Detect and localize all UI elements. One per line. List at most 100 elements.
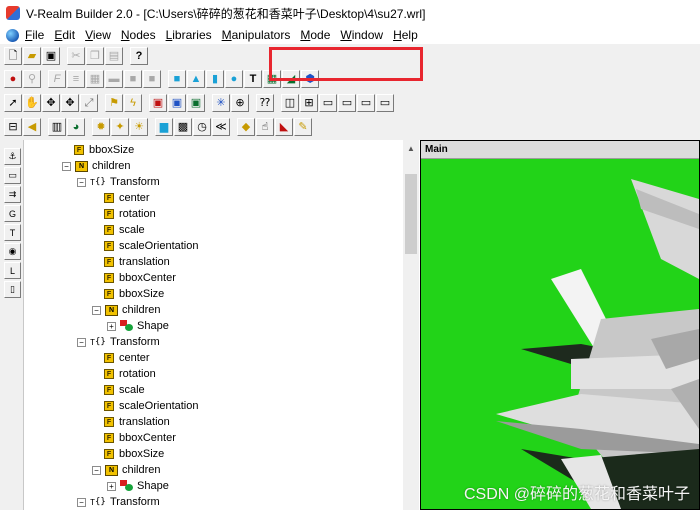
box-shape-icon[interactable]: ■ [168, 70, 186, 88]
anchor-node-icon[interactable]: ⊟ [4, 118, 22, 136]
tree-node-transform[interactable]: − T{} Transform [77, 334, 160, 350]
save-icon[interactable]: ▣ [42, 47, 60, 65]
move-cross-icon[interactable]: ✥ [42, 94, 60, 112]
tree-node-field[interactable]: Ftranslation [104, 414, 170, 430]
expand-icon[interactable]: + [107, 321, 116, 331]
block-disabled-icon[interactable]: ■ [124, 70, 142, 88]
script-icon[interactable]: ✎ [294, 118, 312, 136]
cone-shape-icon[interactable]: ▲ [187, 70, 205, 88]
layout-right-icon[interactable]: ▭ [357, 94, 375, 112]
tree-node-shape[interactable]: + Shape [107, 318, 169, 334]
tree-node-field[interactable]: FbboxSize [104, 286, 164, 302]
point-light-icon[interactable]: ✹ [92, 118, 110, 136]
panel-disabled-icon[interactable]: ▬ [105, 70, 123, 88]
transform-icon[interactable]: T [4, 224, 21, 241]
navigation-info-icon[interactable]: ⇉ [4, 186, 21, 203]
crosshair-icon[interactable]: ⊕ [231, 94, 249, 112]
text-shape-icon[interactable]: T [244, 70, 262, 88]
tree-node-children[interactable]: − Nchildren [92, 462, 161, 478]
fog-icon[interactable]: ▩ [174, 118, 192, 136]
tree-node-transform[interactable]: − T{} Transform [77, 494, 160, 510]
collapse-icon[interactable]: − [77, 177, 86, 187]
list-disabled-icon[interactable]: ≡ [67, 70, 85, 88]
tree-node-field[interactable]: Fscale [104, 222, 145, 238]
group-icon[interactable]: G [4, 205, 21, 222]
tree-node-field[interactable]: Ftranslation [104, 254, 170, 270]
tree-node-field[interactable]: Frotation [104, 206, 156, 222]
tree-node-field[interactable]: FscaleOrientation [104, 398, 199, 414]
menu-view[interactable]: View [85, 28, 111, 42]
tree-node-field[interactable]: Fcenter [104, 350, 150, 366]
inline-icon[interactable]: ▥ [48, 118, 66, 136]
new-file-icon[interactable]: 🗋 [4, 47, 22, 65]
navigate-icon[interactable]: ⚑ [105, 94, 123, 112]
function-icon[interactable]: F [48, 70, 66, 88]
tree-node-children[interactable]: − Nchildren [92, 302, 161, 318]
menu-file[interactable]: File [25, 28, 44, 42]
menu-window[interactable]: Window [340, 28, 383, 42]
rotate-hand-icon[interactable]: ✋ [23, 94, 41, 112]
sphere-shape-icon[interactable]: ● [225, 70, 243, 88]
tree-node-field[interactable]: Fscale [104, 382, 145, 398]
grid-disabled-icon[interactable]: ▦ [86, 70, 104, 88]
layers-blue-icon[interactable]: ▣ [168, 94, 186, 112]
move-cross-alt-icon[interactable]: ✥ [61, 94, 79, 112]
scroll-thumb[interactable] [405, 174, 417, 254]
menu-libraries[interactable]: Libraries [166, 28, 212, 42]
layout-left-icon[interactable]: ▭ [338, 94, 356, 112]
tree-node-transform[interactable]: − T{} Transform [77, 174, 160, 190]
background-icon[interactable]: ▆ [155, 118, 173, 136]
scene-tree[interactable]: FbboxSize − Nchildren − T{} Transform Fcenter F… [25, 140, 403, 510]
layout-top-icon[interactable]: ▭ [376, 94, 394, 112]
billboard-icon[interactable]: ▯ [4, 281, 21, 298]
globe-icon[interactable] [6, 28, 19, 42]
search-icon[interactable]: ⚲ [23, 70, 41, 88]
3d-viewport[interactable] [421, 159, 699, 509]
interpolator-icon[interactable]: ≪ [212, 118, 230, 136]
route-icon[interactable]: ◣ [275, 118, 293, 136]
touch-sensor-icon[interactable]: ☝ [256, 118, 274, 136]
menu-mode[interactable]: Mode [300, 28, 330, 42]
layers-red-icon[interactable]: ▣ [149, 94, 167, 112]
collapse-icon[interactable]: − [77, 497, 86, 507]
anchor-icon[interactable]: ⚓ [4, 148, 21, 165]
expand-icon[interactable]: + [107, 481, 116, 491]
tree-node-field[interactable]: FbboxSize [74, 142, 134, 158]
tree-node-shape[interactable]: + Shape [107, 478, 169, 494]
layout-split-vertical-icon[interactable]: ◫ [281, 94, 299, 112]
world-info-icon[interactable]: ◕ [67, 118, 85, 136]
paste-icon[interactable]: ▤ [105, 47, 123, 65]
tree-scrollbar[interactable]: ▲ [403, 140, 419, 510]
layout-bottom-icon[interactable]: ▭ [319, 94, 337, 112]
lod-icon[interactable]: L [4, 262, 21, 279]
time-sensor-icon[interactable]: ◷ [193, 118, 211, 136]
directional-light-icon[interactable]: ☀ [130, 118, 148, 136]
collapse-icon[interactable]: − [92, 305, 101, 315]
axis-icon[interactable]: ✳ [212, 94, 230, 112]
layout-quad-icon[interactable]: ⊞ [300, 94, 318, 112]
help-context-icon[interactable]: ⁇ [256, 94, 274, 112]
menu-nodes[interactable]: Nodes [121, 28, 156, 42]
tree-node-field[interactable]: Frotation [104, 366, 156, 382]
open-folder-icon[interactable]: ▰ [23, 47, 41, 65]
switch-icon[interactable]: ◉ [4, 243, 21, 260]
copy-icon[interactable]: ❐ [86, 47, 104, 65]
insert-node-icon[interactable]: ● [4, 70, 22, 88]
sound-icon[interactable]: ◀ [23, 118, 41, 136]
viewpoint-icon[interactable]: ▭ [4, 167, 21, 184]
cut-icon[interactable]: ✂ [67, 47, 85, 65]
tree-node-field[interactable]: FbboxCenter [104, 270, 176, 286]
select-arrow-icon[interactable]: ➚ [4, 94, 22, 112]
layers-green-icon[interactable]: ▣ [187, 94, 205, 112]
help-icon[interactable]: ? [130, 47, 148, 65]
spot-light-icon[interactable]: ✦ [111, 118, 129, 136]
menu-help[interactable]: Help [393, 28, 418, 42]
scale-chart-icon[interactable]: ⤢ [80, 94, 98, 112]
scroll-up-icon[interactable]: ▲ [403, 140, 419, 156]
collapse-icon[interactable]: − [92, 465, 101, 475]
menu-manipulators[interactable]: Manipulators [222, 28, 291, 42]
collapse-icon[interactable]: − [77, 337, 86, 347]
tree-node-field[interactable]: FscaleOrientation [104, 238, 199, 254]
tree-node-children[interactable]: − Nchildren [62, 158, 131, 174]
tree-node-field[interactable]: Fcenter [104, 190, 150, 206]
